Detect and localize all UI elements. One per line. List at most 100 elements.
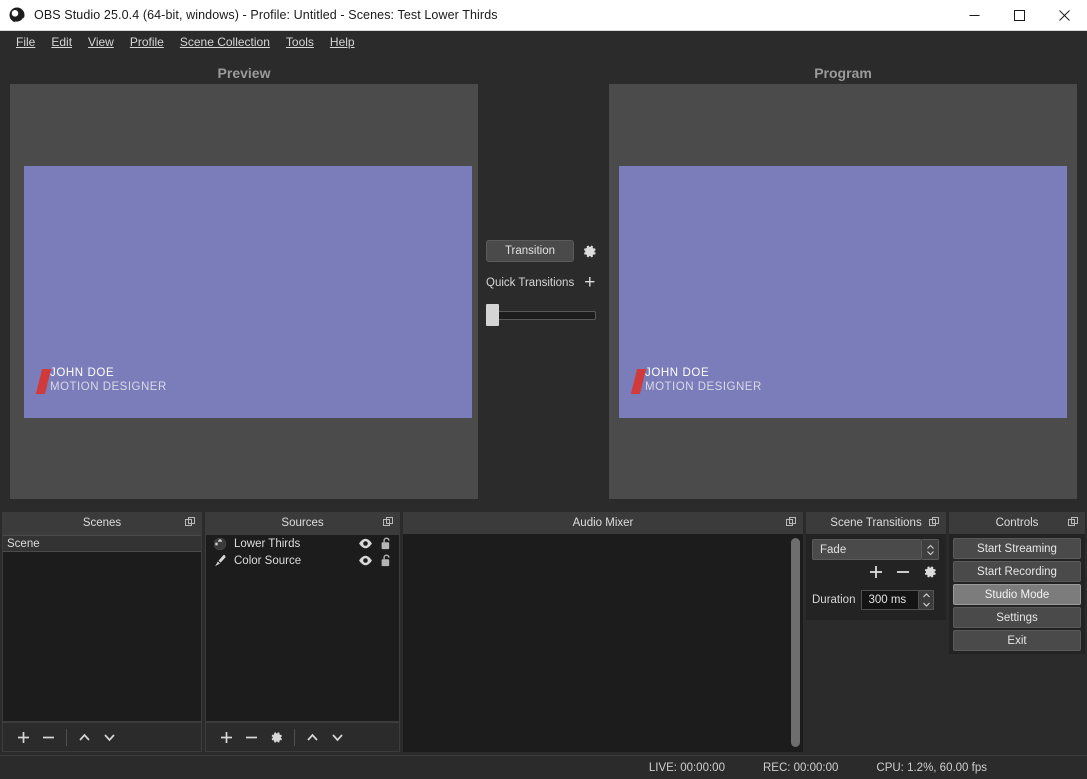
- scene-transitions-header: Scene Transitions: [806, 512, 946, 534]
- transition-select[interactable]: Fade: [812, 539, 922, 560]
- undock-icon[interactable]: [786, 517, 797, 528]
- menu-scene-collection[interactable]: Scene Collection: [172, 32, 278, 52]
- undock-icon[interactable]: [383, 517, 394, 528]
- move-scene-down-button[interactable]: [97, 725, 122, 749]
- undock-icon[interactable]: [1068, 517, 1079, 528]
- accent-slash-icon: [630, 369, 647, 394]
- audio-mixer-panel: Audio Mixer: [403, 512, 803, 752]
- minus-icon: [43, 736, 54, 738]
- sources-panel: Sources Lower Thirds Color Source: [205, 512, 400, 752]
- remove-scene-button[interactable]: [36, 725, 61, 749]
- gear-icon[interactable]: [581, 243, 598, 260]
- menu-profile-label: Profile: [129, 35, 164, 49]
- menu-help[interactable]: Help: [322, 32, 363, 52]
- undock-icon[interactable]: [185, 517, 196, 528]
- down-chevron-icon: [923, 602, 930, 607]
- menu-scene-collection-label: Scene Collection: [179, 35, 270, 49]
- scene-transitions-panel: Scene Transitions Fade Duration 300 ms: [806, 512, 946, 620]
- start-recording-button[interactable]: Start Recording: [953, 561, 1081, 582]
- duration-increase-button[interactable]: [919, 591, 933, 600]
- scenes-toolbar: [2, 722, 202, 752]
- program-canvas-container[interactable]: JOHN DOE MOTION DESIGNER: [609, 84, 1077, 499]
- menu-view[interactable]: View: [80, 32, 122, 52]
- close-icon: [1059, 9, 1070, 21]
- add-source-button[interactable]: [214, 725, 239, 749]
- audio-mixer-scrollbar[interactable]: [790, 536, 801, 749]
- tbar-track: [495, 311, 596, 320]
- quick-transitions-row: Quick Transitions +: [486, 273, 601, 292]
- plus-icon: [221, 731, 232, 743]
- menu-tools[interactable]: Tools: [278, 32, 322, 52]
- live-timer: LIVE: 00:00:00: [648, 761, 725, 774]
- unlocked-padlock-icon[interactable]: [381, 537, 392, 550]
- source-item-color-source[interactable]: Color Source: [206, 552, 399, 569]
- duration-decrease-button[interactable]: [919, 600, 933, 609]
- menu-help-label: Help: [329, 35, 355, 49]
- brush-icon: [215, 554, 226, 566]
- transition-select-arrows[interactable]: [922, 539, 939, 560]
- eye-icon[interactable]: [358, 538, 373, 549]
- remove-transition-button[interactable]: [895, 564, 911, 580]
- preview-label: Preview: [217, 65, 271, 81]
- menu-edit[interactable]: Edit: [43, 32, 80, 52]
- down-chevron-icon: [104, 733, 115, 741]
- source-name: Lower Thirds: [234, 537, 301, 550]
- unlocked-padlock-icon[interactable]: [381, 554, 392, 567]
- add-transition-button[interactable]: [868, 564, 884, 580]
- menu-profile[interactable]: Profile: [122, 32, 172, 52]
- remove-source-button[interactable]: [239, 725, 264, 749]
- audio-mixer-title: Audio Mixer: [572, 517, 634, 529]
- add-scene-button[interactable]: [11, 725, 36, 749]
- plus-icon: [18, 731, 29, 743]
- close-button[interactable]: [1042, 0, 1087, 31]
- down-chevron-icon: [926, 550, 934, 555]
- settings-button[interactable]: Settings: [953, 607, 1081, 628]
- toolbar-divider: [66, 728, 67, 746]
- lower-third-graphic-preview: JOHN DOE MOTION DESIGNER: [35, 367, 167, 394]
- transition-properties-button[interactable]: [922, 564, 938, 580]
- move-scene-up-button[interactable]: [72, 725, 97, 749]
- up-chevron-icon: [307, 733, 318, 741]
- up-chevron-icon: [79, 733, 90, 741]
- menu-file-label: File: [16, 35, 36, 49]
- eye-icon[interactable]: [358, 555, 373, 566]
- scene-item[interactable]: Scene: [3, 535, 201, 552]
- preview-canvas[interactable]: JOHN DOE MOTION DESIGNER: [24, 166, 472, 418]
- move-source-up-button[interactable]: [300, 725, 325, 749]
- source-item-lower-thirds[interactable]: Lower Thirds: [206, 535, 399, 552]
- scrollbar-thumb[interactable]: [791, 538, 800, 747]
- studio-mode-button[interactable]: Studio Mode: [953, 584, 1081, 605]
- preview-canvas-container[interactable]: JOHN DOE MOTION DESIGNER: [10, 84, 478, 499]
- transition-button[interactable]: Transition: [486, 240, 574, 262]
- obs-logo-icon: [9, 7, 25, 23]
- maximize-button[interactable]: [997, 0, 1042, 31]
- sources-list[interactable]: Lower Thirds Color Source: [205, 534, 400, 722]
- status-bar: LIVE: 00:00:00 REC: 00:00:00 CPU: 1.2%, …: [0, 755, 1087, 779]
- menu-edit-label: Edit: [51, 35, 73, 49]
- down-chevron-icon: [332, 733, 343, 741]
- move-source-down-button[interactable]: [325, 725, 350, 749]
- menu-file[interactable]: File: [8, 32, 43, 52]
- duration-input[interactable]: 300 ms: [861, 590, 920, 610]
- minus-icon: [897, 571, 909, 573]
- accent-slash-icon: [35, 369, 52, 394]
- duration-stepper[interactable]: [919, 590, 935, 610]
- scenes-panel-header: Scenes: [2, 512, 202, 534]
- sources-toolbar: [205, 722, 400, 752]
- add-quick-transition-button[interactable]: +: [584, 273, 595, 292]
- start-streaming-button[interactable]: Start Streaming: [953, 538, 1081, 559]
- lower-third-graphic-program: JOHN DOE MOTION DESIGNER: [630, 367, 762, 394]
- source-name: Color Source: [234, 554, 302, 567]
- minus-icon: [246, 736, 257, 738]
- rec-timer: REC: 00:00:00: [762, 761, 839, 774]
- undock-icon[interactable]: [929, 517, 940, 528]
- scene-transitions-title: Scene Transitions: [830, 517, 922, 529]
- transition-tbar[interactable]: [486, 304, 596, 326]
- scenes-list[interactable]: Scene: [2, 534, 202, 722]
- exit-button[interactable]: Exit: [953, 630, 1081, 651]
- tbar-handle[interactable]: [486, 304, 499, 326]
- lower-third-text: JOHN DOE MOTION DESIGNER: [50, 367, 167, 393]
- duration-label: Duration: [812, 594, 856, 606]
- minimize-button[interactable]: [952, 0, 997, 31]
- source-properties-button[interactable]: [264, 725, 289, 749]
